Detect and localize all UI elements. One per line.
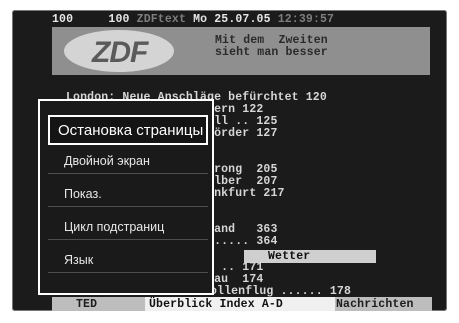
header-service: ZDFtext <box>136 13 186 26</box>
weather-label: Wetter <box>268 250 311 263</box>
menu-item-cycle-subpages[interactable]: Цикл подстраниц <box>48 214 208 240</box>
menu-item-language[interactable]: Язык <box>48 247 208 273</box>
teletext-header: 100 100 ZDFtext Mo 25.07.05 12:39:57 <box>52 14 334 26</box>
slogan: Mit dem Zweiten sieht man besser <box>215 35 328 59</box>
fastext-red[interactable]: TED <box>76 299 97 311</box>
header-page2: 100 <box>108 13 130 26</box>
header-time: 12:39:57 <box>277 13 335 26</box>
menu-item-label: Двойной экран <box>64 154 150 168</box>
menu-item-reveal[interactable]: Показ. <box>48 181 208 207</box>
header-page: 100 <box>52 13 74 26</box>
menu-item-dual-screen[interactable]: Двойной экран <box>48 148 208 174</box>
fastext-green-yellow[interactable]: Überblick Index A-D <box>149 299 283 311</box>
menu-item-label: Показ. <box>64 187 102 201</box>
slogan-line-2: sieht man besser <box>215 46 328 59</box>
menu-item-label: Цикл подстраниц <box>64 220 165 234</box>
menu-item-label: Остановка страницы <box>58 121 204 139</box>
zdf-logo-text: ZDF <box>92 36 148 69</box>
menu-item-page-hold[interactable]: Остановка страницы <box>48 115 208 145</box>
header-date: Mo 25.07.05 <box>193 13 271 26</box>
teletext-options-menu: Остановка страницы Двойной экран Показ. … <box>38 99 214 295</box>
fastext-blue[interactable]: Nachrichten <box>336 299 414 311</box>
menu-item-label: Язык <box>64 253 94 267</box>
